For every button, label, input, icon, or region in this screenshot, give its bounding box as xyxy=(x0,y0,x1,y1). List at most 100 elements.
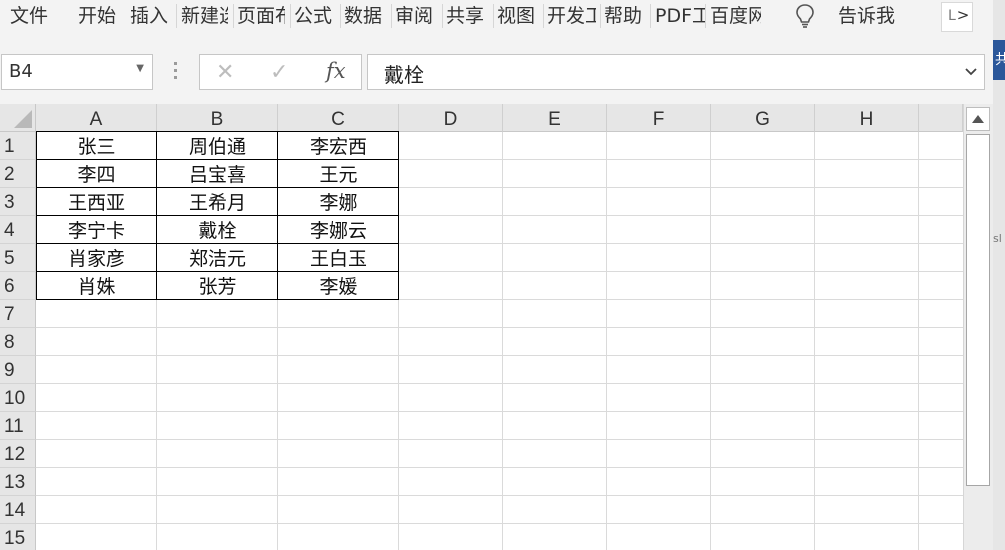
scrollbar-thumb[interactable] xyxy=(966,134,990,486)
row-header-4[interactable]: 4 xyxy=(0,216,36,244)
gridline-vertical xyxy=(710,132,711,550)
tab-2[interactable]: 插入 xyxy=(130,3,173,29)
cell-A3[interactable]: 王西亚 xyxy=(36,188,157,216)
tab-separator xyxy=(650,4,651,28)
row-header-7[interactable]: 7 xyxy=(0,300,36,328)
ribbon-scroll-right-icon[interactable]: > xyxy=(956,3,970,31)
tab-9[interactable]: 视图 xyxy=(497,3,539,29)
table-border-horizontal xyxy=(36,187,399,188)
tab-0[interactable]: 文件 xyxy=(10,3,59,29)
gridline-horizontal xyxy=(36,411,963,412)
cancel-icon[interactable]: ✕ xyxy=(216,60,234,85)
cell-C2[interactable]: 王元 xyxy=(278,160,399,188)
tab-3[interactable]: 新建选项卡 xyxy=(181,3,228,29)
ribbon-tab-bar: 告诉我 L > 文件开始插入新建选项卡页面布局公式数据审阅共享视图开发工具帮助 P… xyxy=(0,0,993,34)
tab-5[interactable]: 公式 xyxy=(294,3,336,29)
cell-C5[interactable]: 王白玉 xyxy=(278,244,399,272)
tab-4[interactable]: 页面布局 xyxy=(237,3,285,29)
pane-edge-label: sl xyxy=(993,232,1002,245)
gridline-horizontal xyxy=(36,439,963,440)
row-header-8[interactable]: 8 xyxy=(0,328,36,356)
cell-A4[interactable]: 李宁卡 xyxy=(36,216,157,244)
gridline-horizontal xyxy=(36,383,963,384)
row-header-9[interactable]: 9 xyxy=(0,356,36,384)
expand-formula-bar-icon[interactable] xyxy=(964,61,978,83)
cell-C1[interactable]: 李宏西 xyxy=(278,132,399,160)
table-border-horizontal xyxy=(36,299,399,300)
lightbulb-icon[interactable] xyxy=(793,2,817,30)
table-border-horizontal xyxy=(36,159,399,160)
row-header-14[interactable]: 14 xyxy=(0,496,36,524)
formula-bar-resize-handle[interactable] xyxy=(172,58,178,84)
row-header-6[interactable]: 6 xyxy=(0,272,36,300)
column-header-E[interactable]: E xyxy=(503,104,607,132)
cell-B6[interactable]: 张芳 xyxy=(157,272,278,300)
cell-A1[interactable]: 张三 xyxy=(36,132,157,160)
cell-B2[interactable]: 吕宝喜 xyxy=(157,160,278,188)
scroll-up-arrow-icon[interactable] xyxy=(966,107,990,131)
tab-10[interactable]: 开发工具 xyxy=(547,3,596,29)
table-border-vertical xyxy=(398,131,399,300)
cell-B4[interactable]: 戴栓 xyxy=(157,216,278,244)
column-header-D[interactable]: D xyxy=(399,104,503,132)
row-header-15[interactable]: 15 xyxy=(0,524,36,550)
tab-12[interactable]: PDF工具集 xyxy=(655,3,705,29)
cell-C3[interactable]: 李娜 xyxy=(278,188,399,216)
row-header-11[interactable]: 11 xyxy=(0,412,36,440)
ribbon-scroll-control[interactable]: L > xyxy=(941,2,973,32)
cell-C6[interactable]: 李媛 xyxy=(278,272,399,300)
enter-icon[interactable]: ✓ xyxy=(270,60,288,85)
column-header-A[interactable]: A xyxy=(36,104,157,132)
name-box[interactable]: B4 ▼ xyxy=(1,54,153,90)
tab-13[interactable]: 百度网盘 xyxy=(710,3,761,29)
cell-B5[interactable]: 郑洁元 xyxy=(157,244,278,272)
column-header-G[interactable]: G xyxy=(711,104,815,132)
ribbon-scroll-left[interactable]: L xyxy=(948,8,956,24)
row-header-10[interactable]: 10 xyxy=(0,384,36,412)
tab-separator xyxy=(340,4,341,28)
column-header-H[interactable]: H xyxy=(815,104,919,132)
column-header-C[interactable]: C xyxy=(278,104,399,132)
formula-content[interactable]: 戴栓 xyxy=(384,59,424,88)
tab-separator xyxy=(493,4,494,28)
select-all-button[interactable] xyxy=(0,104,36,132)
tab-separator xyxy=(705,4,706,28)
row-header-2[interactable]: 2 xyxy=(0,160,36,188)
name-box-dropdown-icon[interactable]: ▼ xyxy=(136,63,144,74)
cell-A6[interactable]: 肖姝 xyxy=(36,272,157,300)
gridline-horizontal xyxy=(36,523,963,524)
tab-1[interactable]: 开始 xyxy=(78,3,121,29)
tab-separator xyxy=(391,4,392,28)
row-header-13[interactable]: 13 xyxy=(0,468,36,496)
tab-7[interactable]: 审阅 xyxy=(395,3,438,29)
cell-B3[interactable]: 王希月 xyxy=(157,188,278,216)
tab-11[interactable]: 帮助 xyxy=(604,3,647,29)
cell-A5[interactable]: 肖家彦 xyxy=(36,244,157,272)
row-header-1[interactable]: 1 xyxy=(0,132,36,160)
gridline-horizontal xyxy=(36,495,963,496)
table-border-vertical xyxy=(36,131,37,300)
cell-B1[interactable]: 周伯通 xyxy=(157,132,278,160)
tab-6[interactable]: 数据 xyxy=(344,3,386,29)
formula-buttons: ✕ ✓ fx xyxy=(199,54,362,90)
cell-C4[interactable]: 李娜云 xyxy=(278,216,399,244)
vertical-scrollbar[interactable] xyxy=(963,104,993,550)
gridline-vertical xyxy=(502,132,503,550)
formula-input[interactable]: 戴栓 xyxy=(367,54,985,90)
tab-separator xyxy=(543,4,544,28)
table-border-vertical xyxy=(277,131,278,300)
share-button-edge[interactable]: 共 xyxy=(993,40,1005,80)
row-header-12[interactable]: 12 xyxy=(0,440,36,468)
insert-function-icon[interactable]: fx xyxy=(326,59,346,83)
table-border-horizontal xyxy=(36,271,399,272)
row-header-3[interactable]: 3 xyxy=(0,188,36,216)
row-header-5[interactable]: 5 xyxy=(0,244,36,272)
table-border-horizontal xyxy=(36,243,399,244)
tell-me-search[interactable]: 告诉我 xyxy=(838,3,895,29)
cell-A2[interactable]: 李四 xyxy=(36,160,157,188)
window-edge xyxy=(993,0,1005,550)
tab-8[interactable]: 共享 xyxy=(446,3,488,29)
column-header-F[interactable]: F xyxy=(607,104,711,132)
name-box-value[interactable]: B4 xyxy=(9,61,33,82)
column-header-B[interactable]: B xyxy=(157,104,278,132)
